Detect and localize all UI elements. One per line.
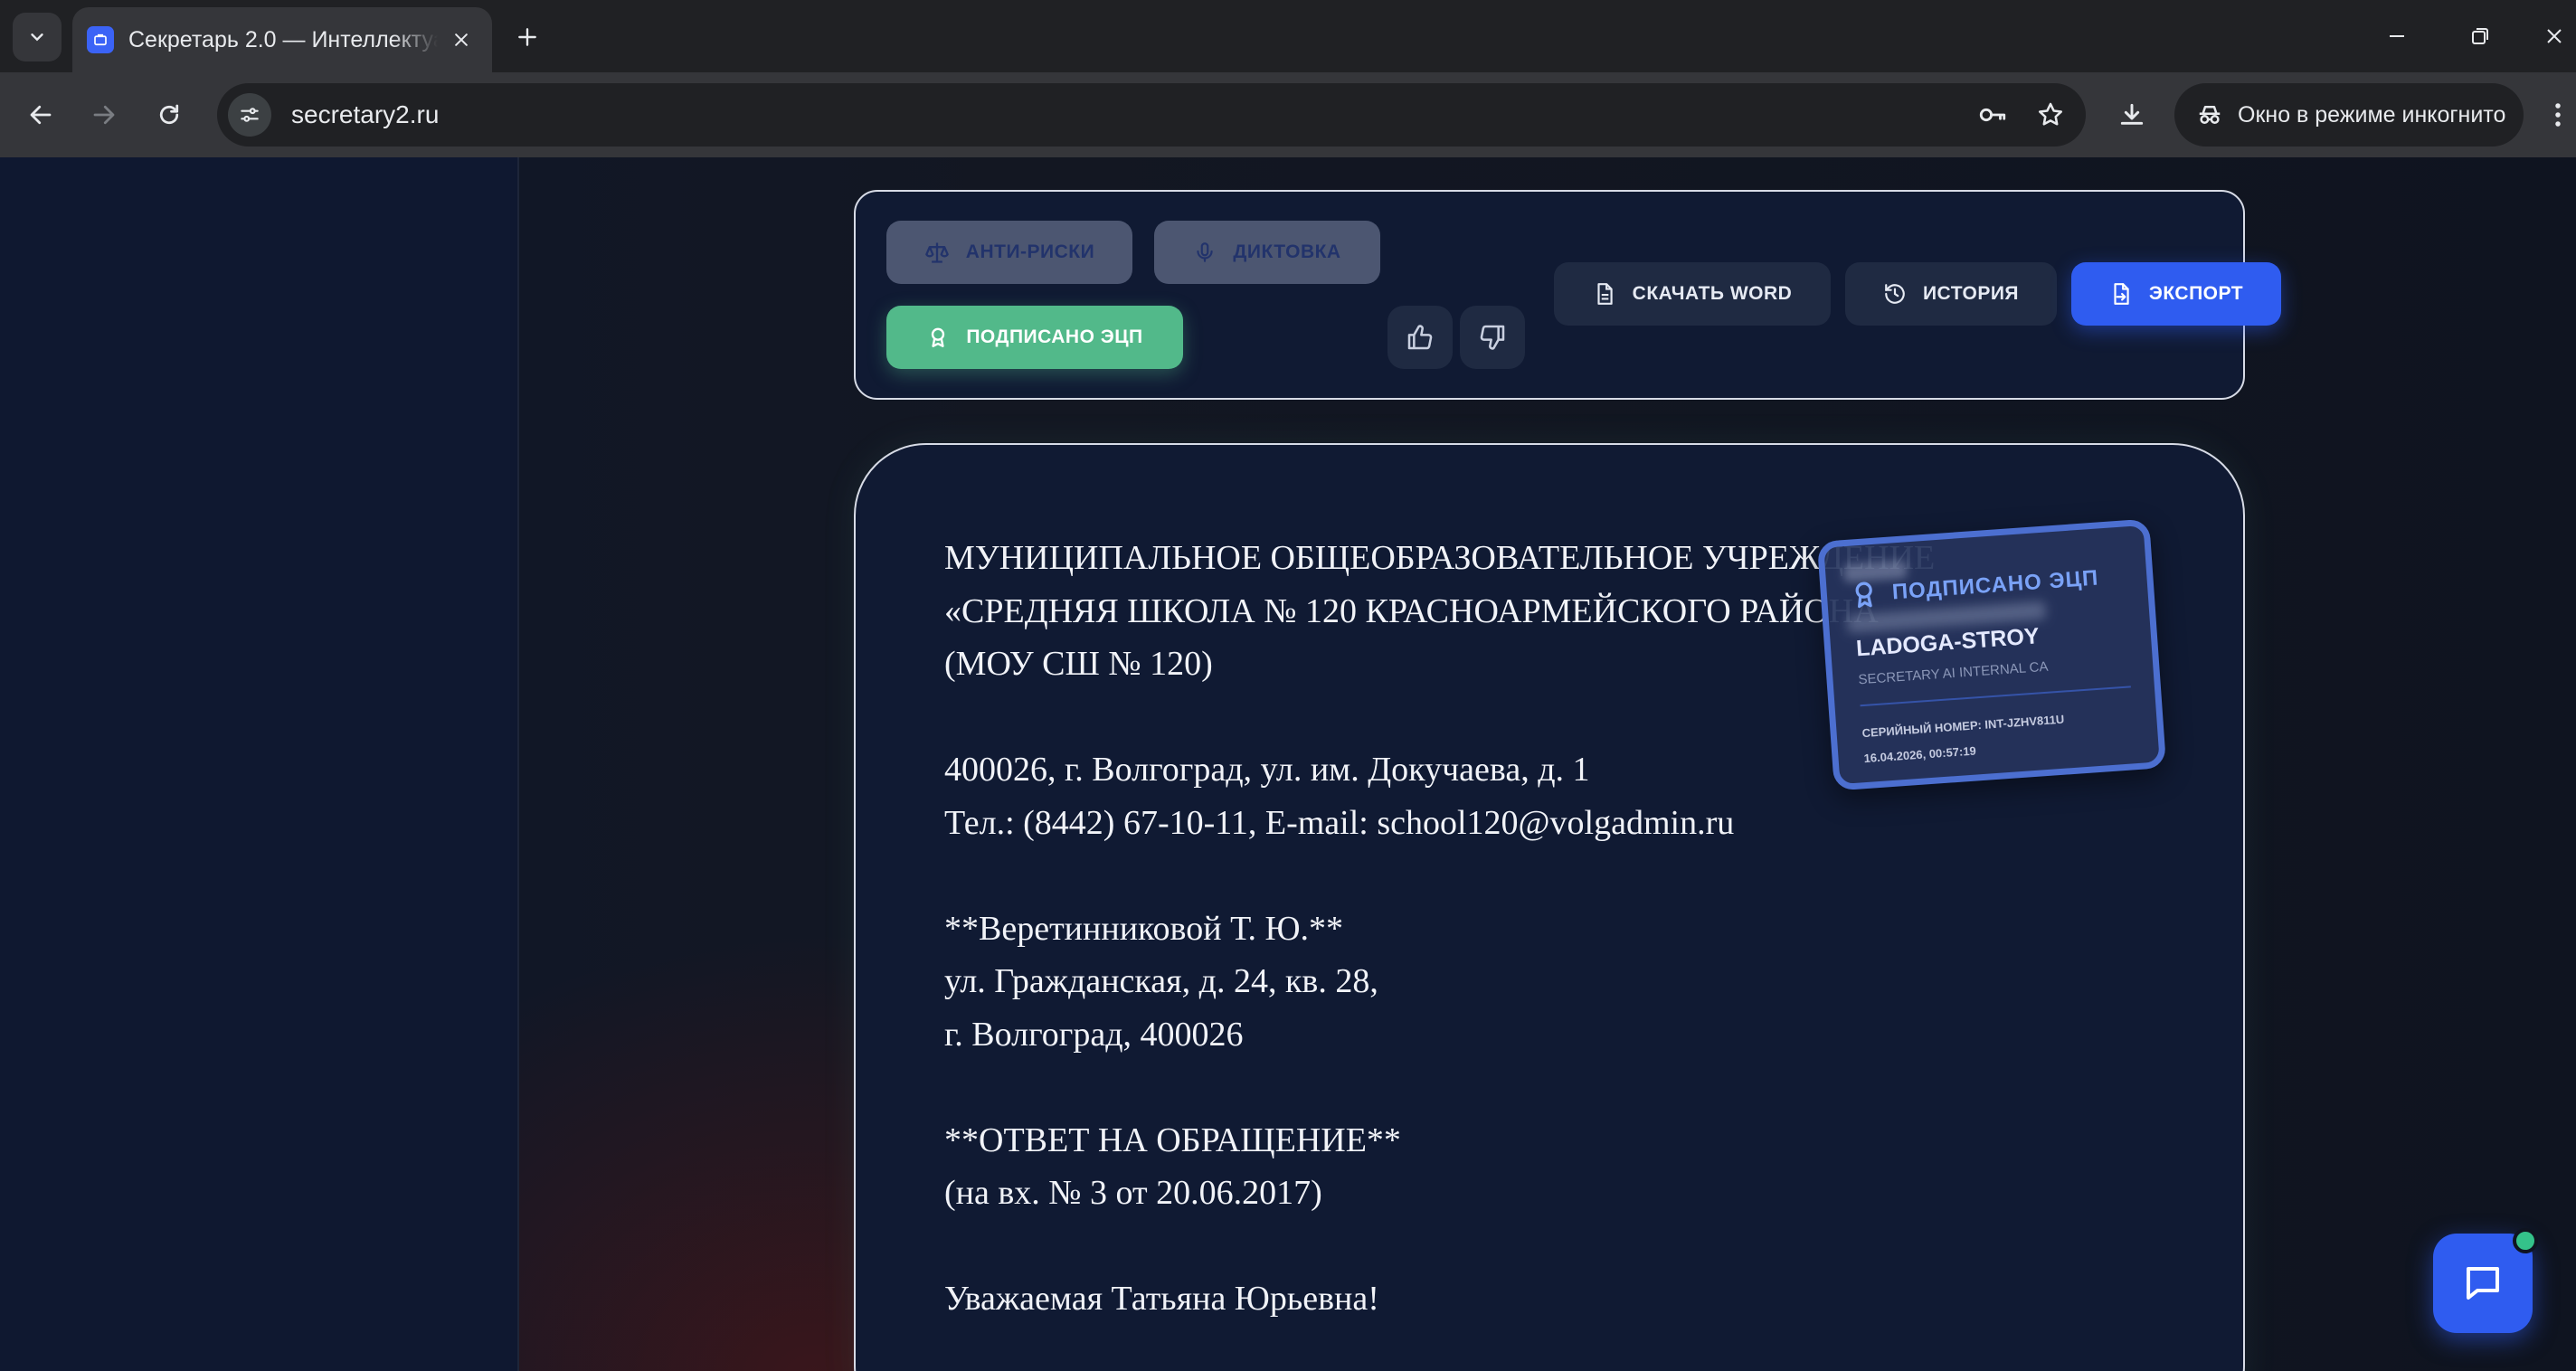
stamp-serial: СЕРИЙНЫЙ НОМЕР: INT-JZHV811U [1861, 712, 2065, 741]
arrow-left-icon [30, 105, 52, 125]
download-word-button[interactable]: СКАЧАТЬ WORD [1554, 262, 1831, 326]
incognito-icon [2199, 106, 2221, 124]
tab-search-button[interactable] [13, 13, 62, 61]
chevron-down-icon [31, 33, 43, 42]
incognito-indicator[interactable]: Окно в режиме инкогнито [2174, 83, 2524, 147]
online-status-dot [2513, 1228, 2538, 1253]
dictation-button[interactable]: ДИКТОВКА [1154, 221, 1380, 284]
sidebar [0, 157, 519, 1371]
microphone-icon [1197, 242, 1214, 262]
thumbs-up-button[interactable] [1387, 306, 1453, 369]
minimize-button[interactable] [2370, 9, 2424, 63]
password-key-button[interactable] [1970, 92, 2015, 137]
downloads-button[interactable] [2107, 90, 2156, 139]
anti-risk-button[interactable]: АНТИ-РИСКИ [886, 221, 1132, 284]
browser-menu-button[interactable] [2540, 90, 2576, 139]
tune-icon [241, 108, 259, 122]
browser-tab[interactable]: Секретарь 2.0 — Интеллектуальный [72, 7, 492, 72]
browser-toolbar: secretary2.ru Окно в режиме инкогнито [0, 72, 2576, 157]
address-bar[interactable]: secretary2.ru [217, 83, 2086, 147]
close-icon [455, 33, 468, 46]
stamp-divider [1860, 686, 2131, 707]
bookmark-star-button[interactable] [2028, 92, 2073, 137]
reload-button[interactable] [145, 90, 194, 139]
arrow-right-icon [93, 105, 115, 125]
stamp-ca: SECRETARY AI INTERNAL CA [1857, 658, 2050, 688]
back-button[interactable] [16, 90, 65, 139]
star-icon [2039, 102, 2062, 126]
file-text-icon [1597, 283, 1613, 305]
more-vertical-icon [2555, 103, 2561, 127]
incognito-label: Окно в режиме инкогнито [2238, 101, 2506, 128]
stamp-title: ПОДПИСАНО ЭЦП [1890, 565, 2100, 605]
forward-button[interactable] [80, 90, 128, 139]
scales-icon [924, 242, 949, 263]
signature-stamp: ПОДПИСАНО ЭЦП LADOGA-STROY SECRETARY AI … [1816, 518, 2167, 791]
browser-tabbar: Секретарь 2.0 — Интеллектуальный [0, 0, 2576, 72]
favicon-icon [87, 26, 114, 53]
stamp-datetime: 16.04.2026, 00:57:19 [1863, 743, 1977, 766]
thumbs-up-icon [1407, 325, 1433, 350]
chat-bubble-icon [2467, 1267, 2499, 1300]
url-text[interactable]: secretary2.ru [291, 100, 1970, 129]
tab-close-button[interactable] [445, 24, 478, 56]
tab-title: Секретарь 2.0 — Интеллектуальный [128, 26, 438, 52]
close-window-button[interactable] [2533, 9, 2576, 63]
export-button[interactable]: ЭКСПОРТ [2071, 262, 2281, 326]
plus-icon [518, 28, 536, 46]
new-tab-button[interactable] [507, 16, 548, 58]
site-info-button[interactable] [228, 93, 271, 137]
close-icon [2547, 29, 2562, 43]
document-actions-panel: АНТИ-РИСКИ ДИКТОВКА ПОДПИСАНО ЭЦП СКАЧАТ… [854, 190, 2281, 400]
page-viewport: АНТИ-РИСКИ ДИКТОВКА ПОДПИСАНО ЭЦП СКАЧАТ… [0, 157, 2576, 1371]
thumbs-down-icon [1480, 325, 1505, 350]
history-icon [1885, 284, 1905, 304]
history-button[interactable]: ИСТОРИЯ [1845, 262, 2057, 326]
award-icon [1855, 581, 1872, 609]
key-icon [1979, 108, 2006, 122]
minimize-icon [2390, 35, 2404, 37]
download-icon [2120, 103, 2144, 125]
thumbs-down-button[interactable] [1460, 306, 1525, 369]
restore-button[interactable] [2453, 9, 2507, 63]
restore-icon [2472, 28, 2488, 44]
signed-ecp-button[interactable]: ПОДПИСАНО ЭЦП [886, 306, 1183, 369]
reload-icon [159, 104, 179, 125]
file-export-icon [2114, 283, 2129, 305]
award-icon [932, 327, 945, 347]
